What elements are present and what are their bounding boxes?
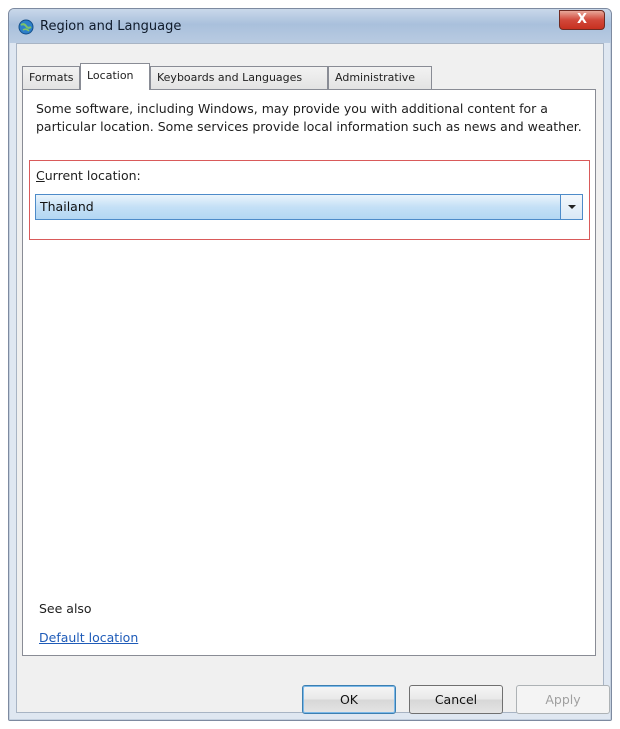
location-tab-panel: Some software, including Windows, may pr… <box>22 89 596 656</box>
current-location-label: Current location: <box>36 168 141 183</box>
region-language-dialog: Region and Language X Formats Location K… <box>8 8 612 721</box>
tab-keyboards-and-languages[interactable]: Keyboards and Languages <box>150 66 328 89</box>
see-also-label: See also <box>39 601 92 616</box>
close-button[interactable]: X <box>559 10 605 30</box>
close-icon: X <box>576 12 588 27</box>
dialog-client-area: Formats Location Keyboards and Languages… <box>16 43 610 714</box>
chevron-down-icon[interactable] <box>560 195 582 219</box>
window-title: Region and Language <box>40 19 182 34</box>
tab-formats[interactable]: Formats <box>22 66 80 89</box>
current-location-value: Thailand <box>40 199 94 214</box>
title-bar: Region and Language X <box>9 9 611 43</box>
tab-administrative[interactable]: Administrative <box>328 66 432 89</box>
current-location-group: Current location: Thailand <box>29 160 590 240</box>
current-location-label-text: urrent location: <box>44 168 141 183</box>
default-location-link[interactable]: Default location <box>39 630 138 645</box>
cancel-button[interactable]: Cancel <box>409 685 503 714</box>
current-location-dropdown[interactable]: Thailand <box>35 194 583 220</box>
tab-location[interactable]: Location <box>80 63 150 90</box>
ok-button[interactable]: OK <box>302 685 396 714</box>
apply-button[interactable]: Apply <box>516 685 610 714</box>
location-description: Some software, including Windows, may pr… <box>36 101 582 134</box>
current-location-label-accesskey: C <box>36 168 45 183</box>
globe-icon <box>18 19 34 35</box>
